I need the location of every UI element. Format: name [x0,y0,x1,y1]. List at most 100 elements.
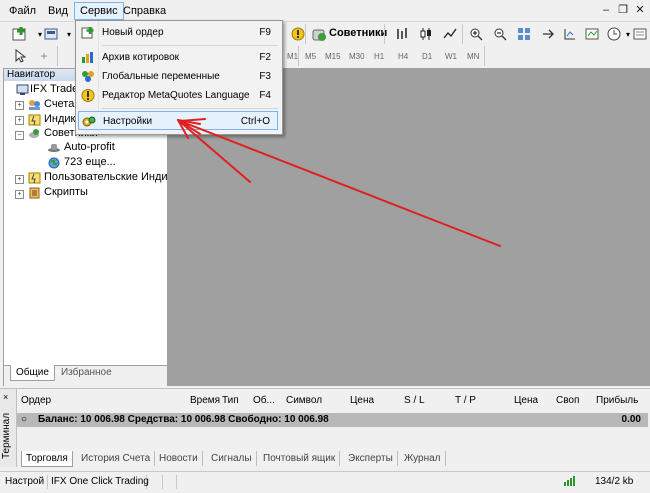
tree-item-accounts[interactable]: Счета [44,97,74,112]
history-icon [81,51,95,64]
col-tp[interactable]: T / P [455,395,476,406]
tree-item-auto-profit[interactable]: Auto-profit [64,140,115,155]
terminal-side-label: Терминал [1,412,12,459]
balance-row[interactable]: ○ Баланс: 10 006.98 Средства: 10 006.98 … [17,413,648,427]
menu-item-shortcut: F4 [259,90,271,101]
zoom-out-icon[interactable] [490,24,510,44]
status-traffic: 134/2 kb [595,476,634,487]
timeframe-h4[interactable]: H4 [398,50,408,64]
tab-mailbox[interactable]: Почтовый ящик [259,451,341,466]
status-empty [160,475,177,489]
timeframe-h1[interactable]: H1 [374,50,384,64]
new-chart-icon[interactable] [10,24,30,44]
col-sl[interactable]: S / L [404,395,425,406]
menu-view[interactable]: Вид [43,3,73,19]
close-icon[interactable]: × [3,393,11,402]
balance-text: Баланс: 10 006.98 Средства: 10 006.98 Св… [38,414,329,425]
indicators-folder-icon [28,114,41,126]
candle-icon[interactable] [416,24,436,44]
menu-help[interactable]: Справка [118,3,171,19]
minimize-icon[interactable]: – [598,3,614,17]
cursor-icon[interactable] [10,46,30,66]
balance-icon: ○ [21,414,28,425]
menu-item-label: Глобальные переменные [102,71,220,82]
col-symbol[interactable]: Символ [286,395,322,406]
terminal-side: × Терминал [0,389,17,467]
col-swap[interactable]: Своп [556,395,579,406]
tree-item-indicators[interactable]: Индик [44,112,75,127]
menu-item-metaeditor[interactable]: Редактор MetaQuotes Language F4 [78,86,278,105]
bar-chart-icon[interactable] [392,24,412,44]
status-profile[interactable]: IFX One Click Trading [48,475,149,489]
timeframe-w1[interactable]: W1 [445,50,457,64]
new-order-icon [81,26,95,39]
navigator-tabs: Общие Избранное [4,365,167,386]
menu-item-label: Настройки [103,116,153,127]
chart-shift-icon[interactable] [560,24,580,44]
timeframe-mn[interactable]: MN [467,50,479,64]
zoom-in-icon[interactable] [466,24,486,44]
close-icon[interactable]: ✕ [632,3,648,17]
expand-icon[interactable]: + [15,116,24,125]
indicators-icon[interactable] [582,24,602,44]
tree-item-scripts[interactable]: Скрипты [44,185,88,200]
timeframe-m1[interactable]: M1 [287,50,298,64]
scroll-chart-icon[interactable] [538,24,558,44]
menu-item-global-variables[interactable]: Глобальные переменные F3 [78,67,278,86]
experts-button[interactable]: Советники [329,27,387,39]
menu-item-shortcut: F3 [259,71,271,82]
tree-item-more[interactable]: 723 еще... [64,155,116,170]
tab-common[interactable]: Общие [10,365,55,381]
menu-service[interactable]: Сервис [74,2,124,20]
tab-news[interactable]: Новости [155,451,203,466]
col-price[interactable]: Цена [350,395,374,406]
menu-item-new-order[interactable]: Новый ордер F9 [78,23,278,42]
tile-windows-icon[interactable] [514,24,534,44]
col-order[interactable]: Ордер [21,395,51,406]
menu-bar: Файл Вид Сервис Справка – ❐ ✕ [0,0,650,22]
col-volume[interactable]: Об... [253,395,275,406]
tab-trade[interactable]: Торговля [21,451,73,467]
menu-item-history-center[interactable]: Архив котировок F2 [78,48,278,67]
col-price-current[interactable]: Цена [514,395,538,406]
experts-folder-icon [28,128,41,140]
menu-separator [102,108,278,109]
timeframe-m30[interactable]: M30 [349,50,365,64]
globe-icon [48,157,61,169]
col-profit[interactable]: Прибыль [596,395,638,406]
expand-icon[interactable]: + [15,175,24,184]
accounts-icon [28,99,41,111]
menu-item-shortcut: F2 [259,52,271,63]
expand-icon[interactable]: + [15,101,24,110]
metaeditor-icon [81,89,95,102]
terminal-tabs: Торговля История Счета Новости Сигналы П… [17,451,650,467]
balance-profit: 0.00 [621,414,641,425]
menu-separator [102,45,278,46]
menu-file[interactable]: Файл [4,3,41,19]
tab-journal[interactable]: Журнал [400,451,446,466]
status-hint: Настрой [2,475,49,489]
expand-icon[interactable]: + [15,190,24,199]
tree-item-custom-indicators[interactable]: Пользовательские Индика [44,170,179,185]
tab-account-history[interactable]: История Счета [77,451,156,466]
menu-item-options[interactable]: Настройки Ctrl+O [78,111,278,130]
timeframe-m5[interactable]: M5 [305,50,316,64]
scripts-icon [28,187,41,199]
timeframe-m15[interactable]: M15 [325,50,341,64]
collapse-icon[interactable]: − [15,131,24,140]
tab-experts[interactable]: Эксперты [344,451,398,466]
global-vars-icon [81,70,95,83]
menu-item-shortcut: F9 [259,27,271,38]
col-type[interactable]: Тип [222,395,239,406]
timeframe-d1[interactable]: D1 [422,50,432,64]
col-time[interactable]: Время [190,395,220,406]
line-chart-icon[interactable] [440,24,460,44]
crosshair-icon[interactable]: + [34,46,54,66]
service-menu: Новый ордер F9 Архив котировок F2 Глобал… [75,20,283,135]
tab-favorites[interactable]: Избранное [56,365,117,380]
templates-icon[interactable] [630,24,650,44]
menu-item-label: Новый ордер [102,27,164,38]
status-traffic-icon [560,475,578,489]
restore-icon[interactable]: ❐ [615,3,631,17]
tab-signals[interactable]: Сигналы [207,451,257,466]
